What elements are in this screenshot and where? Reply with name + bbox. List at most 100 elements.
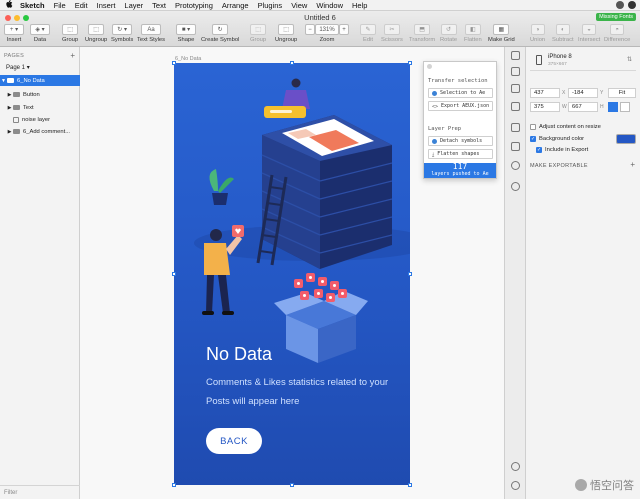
symbols-button[interactable]: ↻ ▾ Symbols <box>111 24 133 43</box>
difference-button[interactable]: ◓ Difference <box>604 24 630 43</box>
scissors-button[interactable]: ✂ Scissors <box>381 24 403 43</box>
make-grid-button[interactable]: ▦ Make Grid <box>488 24 515 43</box>
include-in-export-label: Include in Export <box>545 147 589 153</box>
y-field[interactable]: -184 <box>568 88 598 98</box>
resize-handle-bl[interactable] <box>172 483 176 487</box>
intersect-button[interactable]: ◒ Intersect <box>578 24 600 43</box>
user-icon[interactable] <box>628 1 636 9</box>
ungroup-button-2[interactable]: ⬚ Ungroup <box>275 24 297 43</box>
disclosure-closed-icon[interactable]: ▶ <box>6 129 13 135</box>
export-json-button[interactable]: <> Export AEUX.json <box>428 101 493 111</box>
filter-placeholder: Filter <box>4 489 18 496</box>
edit-button[interactable]: ✎ Edit <box>360 24 376 43</box>
transform-icon: ⬒ <box>414 24 431 35</box>
resize-handle-tr[interactable] <box>408 61 412 65</box>
shape-label: Shape <box>177 37 195 43</box>
x-field[interactable]: 437 <box>530 88 560 98</box>
create-symbol-icon: ↻ <box>212 24 229 35</box>
flatten-button[interactable]: ◧ Flatten <box>464 24 482 43</box>
layer-item-text[interactable]: ▶ Text <box>0 102 80 113</box>
make-grid-label: Make Grid <box>488 37 515 43</box>
insert-button[interactable]: + ▾ Insert <box>4 24 24 43</box>
close-panel-icon[interactable] <box>427 64 432 69</box>
zoom-out-button[interactable]: − <box>305 24 315 35</box>
resize-handle-b[interactable] <box>290 483 294 487</box>
background-color-swatch[interactable] <box>616 134 636 144</box>
align-icon[interactable] <box>511 51 520 60</box>
rotate-button[interactable]: ↺ Rotate <box>440 24 457 43</box>
selection-to-ae-button[interactable]: Selection to Ae <box>428 88 493 98</box>
union-button[interactable]: ◑ Union <box>530 24 545 43</box>
layer-item-no-data[interactable]: ▼ 6_No Data <box>0 75 80 86</box>
layer-item-button[interactable]: ▶ Button <box>0 89 80 100</box>
landscape-toggle[interactable] <box>620 102 630 112</box>
detach-symbols-button[interactable]: Detach symbols <box>428 136 493 146</box>
zoom-in-button[interactable]: + <box>339 24 349 35</box>
device-selector[interactable]: iPhone 8 375×667 ⇅ <box>530 51 636 71</box>
canvas[interactable]: 6_No Data No Data Comments & Likes stati… <box>80 47 504 499</box>
back-button[interactable]: BACK <box>206 428 262 454</box>
portrait-toggle[interactable] <box>608 102 618 112</box>
menu-arrange[interactable]: Arrange <box>222 1 249 10</box>
menu-text[interactable]: Text <box>152 1 166 10</box>
resize-handle-tl[interactable] <box>172 61 176 65</box>
filter-field[interactable]: Filter <box>0 485 80 499</box>
artboard[interactable]: No Data Comments & Likes statistics rela… <box>174 63 410 485</box>
disclosure-open-icon[interactable]: ▼ <box>0 78 7 84</box>
resize-handle-br[interactable] <box>408 483 412 487</box>
layer-item-add-comment[interactable]: ▶ 6_Add comment... <box>0 126 80 137</box>
create-symbol-button[interactable]: ↻ Create Symbol <box>201 24 239 43</box>
zoom-value[interactable]: 131% <box>315 24 339 35</box>
menu-plugins[interactable]: Plugins <box>258 1 283 10</box>
missing-fonts-badge[interactable]: Missing Fonts <box>596 13 636 21</box>
group-button[interactable]: ⬚ Group <box>62 24 78 43</box>
subtract-button[interactable]: ◐ Subtract <box>552 24 574 43</box>
add-page-icon[interactable]: + <box>70 51 75 60</box>
transform-button[interactable]: ⬒ Transform <box>409 24 435 43</box>
menu-window[interactable]: Window <box>316 1 343 10</box>
settings-icon[interactable] <box>511 182 520 191</box>
ungroup-button[interactable]: ⬚ Ungroup <box>85 24 107 43</box>
difference-label: Difference <box>604 37 631 43</box>
resize-handle-l[interactable] <box>172 272 176 276</box>
menu-sketch[interactable]: Sketch <box>20 1 45 10</box>
shape-button[interactable]: ■ ▾ Shape <box>176 24 196 43</box>
menu-help[interactable]: Help <box>352 1 367 10</box>
feedback-icon[interactable] <box>511 481 520 490</box>
ungroup-2-icon: ⬚ <box>278 24 295 35</box>
menu-insert[interactable]: Insert <box>97 1 116 10</box>
background-color-checkbox[interactable] <box>530 136 536 142</box>
layout-icon[interactable] <box>511 102 520 111</box>
distribute-icon[interactable] <box>511 67 520 76</box>
layer-item-noise[interactable]: noise layer <box>0 114 80 125</box>
resize-handle-r[interactable] <box>408 272 412 276</box>
text-icon[interactable] <box>511 123 520 132</box>
include-in-export-checkbox[interactable] <box>536 147 542 153</box>
page-selector[interactable]: Page 1 ▾ <box>6 64 30 71</box>
symbols-label: Symbols <box>111 37 134 43</box>
disclosure-closed-icon[interactable]: ▶ <box>6 92 13 98</box>
add-export-icon[interactable]: + <box>630 160 635 169</box>
adjust-content-checkbox[interactable] <box>530 124 536 130</box>
eye-icon[interactable] <box>616 1 624 9</box>
artboard-title[interactable]: 6_No Data <box>175 56 201 62</box>
resize-icon[interactable] <box>511 84 520 93</box>
data-button[interactable]: ◈ ▾ Data <box>30 24 50 43</box>
width-field[interactable]: 375 <box>530 102 560 112</box>
group-button-2[interactable]: ⬚ Group <box>250 24 266 43</box>
fit-button[interactable]: Fit <box>608 88 636 98</box>
menu-layer[interactable]: Layer <box>124 1 143 10</box>
flatten-shapes-button[interactable]: ⤓ Flatten shapes <box>428 149 493 159</box>
height-field[interactable]: 667 <box>568 102 598 112</box>
apple-menu-icon[interactable] <box>6 0 14 10</box>
prototype-icon[interactable] <box>511 161 520 170</box>
text-styles-button[interactable]: Aa Text Styles <box>137 24 165 43</box>
resize-handle-t[interactable] <box>290 61 294 65</box>
menu-edit[interactable]: Edit <box>75 1 88 10</box>
help-icon[interactable] <box>511 462 520 471</box>
disclosure-closed-icon[interactable]: ▶ <box>6 105 13 111</box>
menu-view[interactable]: View <box>291 1 307 10</box>
style-icon[interactable] <box>511 142 520 151</box>
menu-prototyping[interactable]: Prototyping <box>175 1 213 10</box>
menu-file[interactable]: File <box>54 1 66 10</box>
